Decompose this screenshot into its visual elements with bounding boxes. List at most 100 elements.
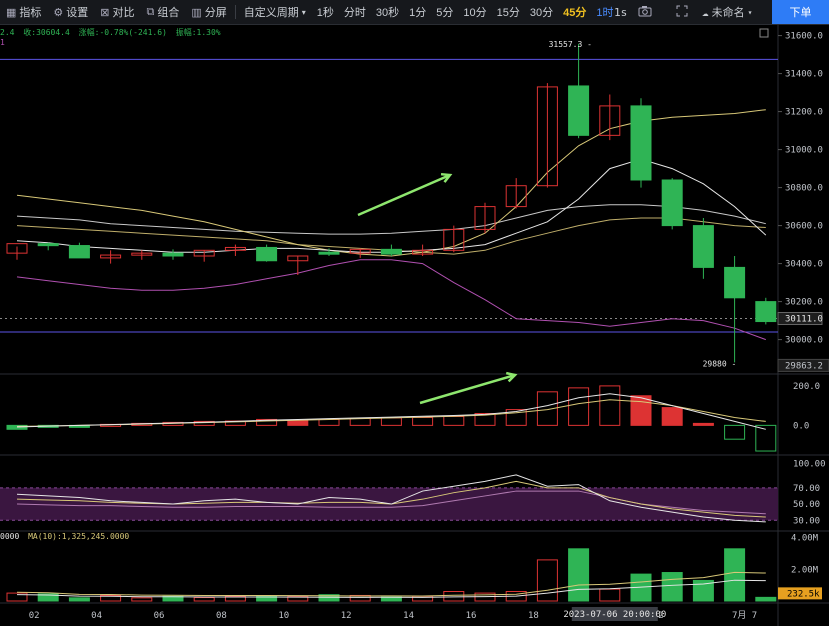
price-tick-label: 30800.0 [785,184,823,194]
rsi-tick-label: 50.00 [793,500,820,510]
compare-button[interactable]: ⊠ 对比 [94,0,140,24]
candle-body [724,266,746,299]
price-tick-label: 31200.0 [785,108,823,118]
interval-tab-5[interactable]: 10分 [458,0,491,24]
volume-current-label: 232.5k [787,589,820,599]
fullscreen-icon[interactable] [676,5,688,17]
macd-histogram-bar [318,418,340,426]
macd-histogram-bar [599,385,621,426]
price-tick-label: 31000.0 [785,146,823,156]
interval-tab-6[interactable]: 15分 [492,0,525,24]
price-tick-label: 30400.0 [785,260,823,270]
high-annotation: 31557.3 - [549,40,592,49]
indicators-button[interactable]: ▦ 指标 [0,0,47,24]
volume-bar [131,597,153,602]
x-tick-label: 04 [91,611,102,621]
interval-tab-3[interactable]: 1分 [404,0,431,24]
settings-button[interactable]: ⚙ 设置 [47,0,94,24]
chevron-down-icon: ▾ [747,7,753,17]
macd-histogram-bar [724,424,746,440]
candle-body [68,245,90,259]
price-tick-label: 30200.0 [785,298,823,308]
macd-tick-label: 0.0 [793,421,809,431]
x-tick-label: 02 [29,611,40,621]
rsi-tick-label: 70.00 [793,484,820,494]
crosshair-time-label: 2023-07-06 20:00:00 [563,610,666,620]
candle-body [568,85,590,136]
candle-body [692,225,714,268]
volume-bar [193,597,215,602]
volume-bar [599,588,621,602]
cloud-icon: ☁ [702,5,709,19]
macd-histogram-bar [661,407,683,426]
interval-tab-7[interactable]: 30分 [525,0,558,24]
volume-tick-label: 2.00M [791,565,819,575]
ohlc-info-bar: 2.4 收:30604.4 涨幅:-0.78%(-241.6) 振幅:1.30% [0,28,221,37]
macd-histogram-bar [568,387,590,426]
macd-dif-line [16,393,766,430]
volume-bar [568,548,590,602]
macd-histogram-bar [349,417,371,426]
macd-signal-line [16,399,766,427]
macd-histogram-bar [692,422,714,426]
volume-tick-label: 4.00M [791,534,819,544]
pane-settings-icon [759,28,769,38]
volume-bar [443,591,465,602]
combine-icon: ⧉ [146,5,155,18]
price-tick-label: 31400.0 [785,70,823,80]
volume-info-bar: 0000 MA(10):1,325,245.0000 [0,532,130,541]
cloud-save-menu[interactable]: ☁ 未命名 ▾ [702,0,752,24]
compare-icon: ⊠ [100,6,110,19]
order-button[interactable]: 下单 [772,0,829,24]
volume-bar [661,572,683,602]
x-tick-label: 08 [216,611,227,621]
volume-bar [68,597,90,602]
macd-histogram-bar [287,419,309,426]
price-tick-label: 30000.0 [785,336,823,346]
trend-arrow-macd [419,373,516,405]
interval-1s-toggle[interactable]: 1s [614,0,627,24]
ma-line-purple [16,259,766,341]
ma-line-yellow [16,109,766,257]
x-tick-label: 06 [154,611,165,621]
volume-bar [755,596,777,602]
candle-body [755,301,777,323]
split-icon: ▥ [191,6,202,19]
candle-body [37,243,59,247]
x-tick-label: 16 [466,611,477,621]
price-tick-label: 31600.0 [785,32,823,42]
candle-body [630,105,652,181]
x-tick-label: 12 [341,611,352,621]
candle-body [661,179,683,227]
camera-icon[interactable] [638,5,652,17]
macd-histogram-bar [380,417,402,426]
gear-icon: ⚙ [53,6,64,19]
macd-histogram-bar [412,416,434,426]
interval-tab-2[interactable]: 30秒 [371,0,404,24]
volume-bar [724,548,746,602]
macd-histogram-bar [630,395,652,426]
toolbar-divider [234,5,236,19]
candle-body [318,251,340,255]
x-tick-label: 7月 7 [732,610,757,621]
x-tick-label: 18 [528,611,539,621]
x-tick-label: 10 [278,611,289,621]
interval-tab-0[interactable]: 1秒 [312,0,339,24]
custom-period-dropdown[interactable]: 自定义周期 ▾ [238,0,312,24]
interval-tab-4[interactable]: 5分 [431,0,458,24]
indicator-label: 1 [0,38,5,47]
rsi-tick-label: 100.00 [793,459,826,469]
indicators-icon: ▦ [6,6,17,19]
split-screen-button[interactable]: ▥ 分屏 [185,0,232,24]
rsi-tick-label: 30.00 [793,516,820,526]
combine-button[interactable]: ⧉ 组合 [141,0,186,24]
candle-body [380,248,402,255]
interval-tab-8[interactable]: 45分 [558,0,591,24]
macd-histogram-bar [443,415,465,426]
current-price-label: 30111.0 [785,315,823,325]
volume-bar [536,559,558,602]
candle-body [256,246,278,262]
macd-tick-label: 200.0 [793,382,820,392]
x-tick-label: 14 [403,611,414,621]
interval-tab-1[interactable]: 分时 [339,0,371,24]
